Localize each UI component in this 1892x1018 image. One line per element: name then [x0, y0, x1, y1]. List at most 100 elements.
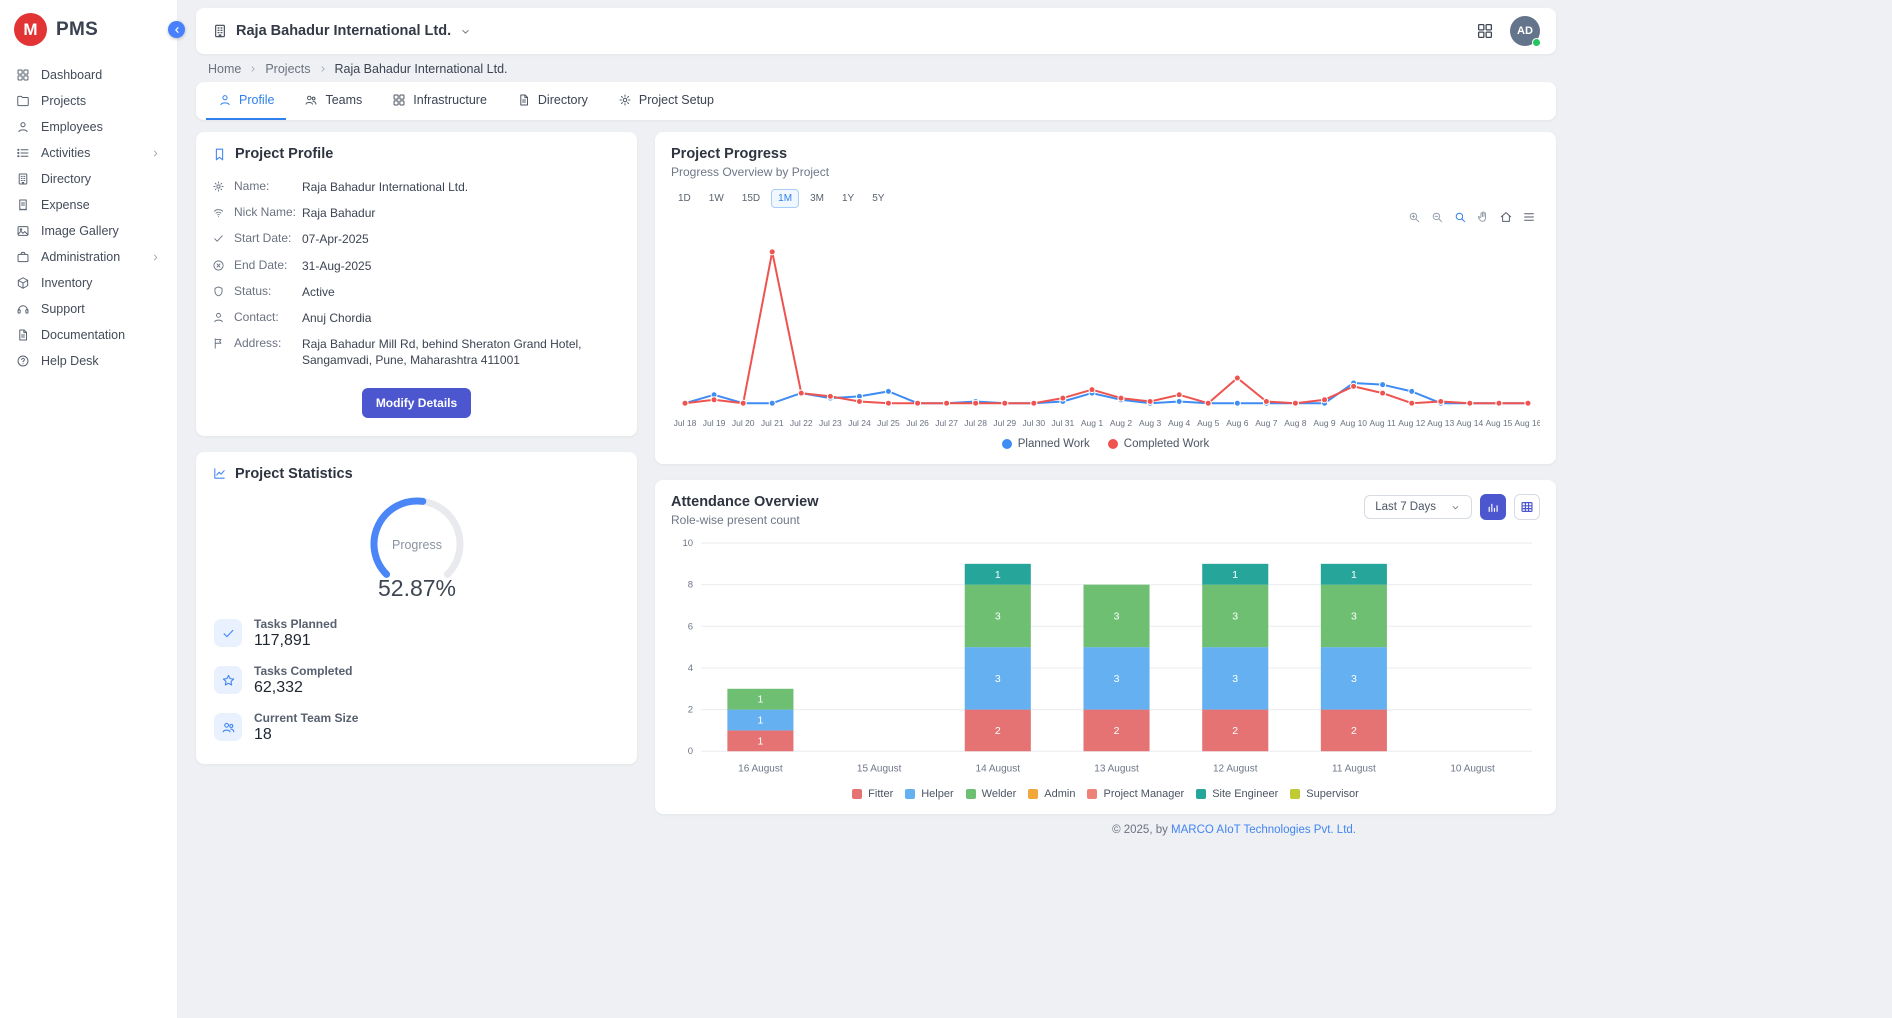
user-icon: [16, 120, 30, 134]
sidebar-item-inventory[interactable]: Inventory: [0, 270, 177, 296]
x-axis-label: Aug 8: [1284, 418, 1306, 428]
legend-item-helper[interactable]: Helper: [905, 788, 953, 800]
data-point-completed-work: [1322, 397, 1328, 403]
legend-item-welder[interactable]: Welder: [966, 788, 1017, 800]
legend-item-completed-work[interactable]: Completed Work: [1108, 438, 1209, 450]
menu-button[interactable]: [1522, 210, 1536, 226]
legend-label: Helper: [921, 788, 953, 800]
sidebar-item-support[interactable]: Support: [0, 296, 177, 322]
sidebar-item-directory[interactable]: Directory: [0, 166, 177, 192]
table-icon: [1520, 500, 1534, 514]
project-statistics-card: Project Statistics Progress 52.87% Tasks…: [196, 452, 637, 764]
sidebar-item-expense[interactable]: Expense: [0, 192, 177, 218]
tab-infrastructure[interactable]: Infrastructure: [380, 82, 499, 120]
zoom-out-button[interactable]: [1430, 210, 1444, 226]
legend-item-project-manager[interactable]: Project Manager: [1087, 788, 1184, 800]
stat-icon-box: [214, 713, 242, 741]
flag-icon: [212, 337, 225, 350]
image-icon: [16, 224, 30, 238]
table-view-button[interactable]: [1514, 494, 1540, 520]
date-range-select[interactable]: Last 7 Days: [1364, 495, 1472, 519]
sidebar-item-activities[interactable]: Activities: [0, 140, 177, 166]
user-avatar[interactable]: AD: [1510, 16, 1540, 46]
legend-item-admin[interactable]: Admin: [1028, 788, 1075, 800]
progress-card-title: Project Progress: [671, 146, 1540, 162]
progress-card-subtitle: Progress Overview by Project: [671, 165, 1540, 179]
sidebar-item-label: Administration: [41, 250, 120, 264]
headset-icon: [16, 302, 30, 316]
range-button-15d[interactable]: 15D: [735, 189, 767, 208]
range-button-3m[interactable]: 3M: [803, 189, 831, 208]
sidebar-item-documentation[interactable]: Documentation: [0, 322, 177, 348]
legend-item-site-engineer[interactable]: Site Engineer: [1196, 788, 1278, 800]
modify-details-button[interactable]: Modify Details: [362, 388, 471, 418]
bar-value-label: 2: [1232, 725, 1238, 737]
zoom-in-button[interactable]: [1407, 210, 1421, 226]
reset-zoom-button[interactable]: [1499, 210, 1513, 226]
x-axis-label: Aug 5: [1197, 418, 1219, 428]
selection-zoom-button[interactable]: [1453, 210, 1467, 226]
sidebar-item-help-desk[interactable]: Help Desk: [0, 348, 177, 374]
profile-field-end-date-: End Date:31-Aug-2025: [212, 253, 621, 279]
range-button-1d[interactable]: 1D: [671, 189, 698, 208]
sidebar-item-projects[interactable]: Projects: [0, 88, 177, 114]
x-axis-label: Aug 13: [1427, 418, 1454, 428]
range-button-1w[interactable]: 1W: [702, 189, 731, 208]
tab-label: Infrastructure: [413, 93, 487, 107]
bar-value-label: 3: [1114, 611, 1120, 623]
range-button-1m[interactable]: 1M: [771, 189, 799, 208]
receipt-icon: [16, 198, 30, 212]
legend-item-supervisor[interactable]: Supervisor: [1290, 788, 1359, 800]
x-axis-label: Jul 29: [993, 418, 1016, 428]
stat-value: 18: [254, 726, 358, 744]
grid-icon: [1476, 22, 1494, 40]
progress-gauge: Progress 52.87%: [342, 492, 492, 607]
stat-label: Tasks Planned: [254, 617, 337, 631]
bar-value-label: 2: [995, 725, 1001, 737]
range-button-5y[interactable]: 5Y: [865, 189, 891, 208]
breadcrumb-home[interactable]: Home: [208, 62, 241, 76]
sidebar-item-image-gallery[interactable]: Image Gallery: [0, 218, 177, 244]
legend-marker: [1196, 789, 1206, 799]
breadcrumb: Home Projects Raja Bahadur International…: [196, 54, 1556, 82]
sidebar-item-employees[interactable]: Employees: [0, 114, 177, 140]
data-point-completed-work: [915, 400, 921, 406]
tab-label: Teams: [325, 93, 362, 107]
field-value: Anuj Chordia: [302, 310, 371, 326]
company-selector[interactable]: Raja Bahadur International Ltd.: [212, 23, 472, 39]
statistics-title-text: Project Statistics: [235, 466, 353, 482]
sidebar-item-dashboard[interactable]: Dashboard: [0, 62, 177, 88]
attendance-card: Attendance Overview Role-wise present co…: [655, 480, 1556, 813]
grid-icon: [392, 93, 406, 107]
sidebar-item-administration[interactable]: Administration: [0, 244, 177, 270]
sidebar-item-label: Employees: [41, 120, 103, 134]
x-axis-label: Jul 20: [732, 418, 755, 428]
content-grid: Project Profile Name:Raja Bahadur Intern…: [196, 132, 1556, 814]
tab-teams[interactable]: Teams: [292, 82, 374, 120]
range-selector: 1D1W15D1M3M1Y5Y: [671, 189, 1540, 208]
breadcrumb-projects[interactable]: Projects: [265, 62, 310, 76]
searchminus-icon: [1430, 210, 1444, 224]
profile-title-text: Project Profile: [235, 146, 333, 162]
x-axis-label: Aug 4: [1168, 418, 1190, 428]
tab-profile[interactable]: Profile: [206, 82, 286, 120]
bar-view-button[interactable]: [1480, 494, 1506, 520]
logo: M PMS: [0, 0, 177, 60]
bar-value-label: 3: [1232, 673, 1238, 685]
x-axis-label: Aug 9: [1313, 418, 1335, 428]
apps-button[interactable]: [1476, 22, 1494, 40]
footer-link[interactable]: MARCO AIoT Technologies Pvt. Ltd.: [1171, 824, 1356, 836]
stats-list: Tasks Planned117,891Tasks Completed62,33…: [212, 617, 621, 744]
users-icon: [304, 93, 318, 107]
pan-button[interactable]: [1476, 210, 1490, 226]
legend-item-planned-work[interactable]: Planned Work: [1002, 438, 1090, 450]
box-icon: [16, 276, 30, 290]
range-button-1y[interactable]: 1Y: [835, 189, 861, 208]
tab-directory[interactable]: Directory: [505, 82, 600, 120]
sidebar-collapse-button[interactable]: [168, 21, 185, 38]
field-value: 07-Apr-2025: [302, 231, 369, 247]
left-column: Project Profile Name:Raja Bahadur Intern…: [196, 132, 637, 764]
x-axis-label: Aug 10: [1340, 418, 1367, 428]
tab-project-setup[interactable]: Project Setup: [606, 82, 726, 120]
legend-item-fitter[interactable]: Fitter: [852, 788, 893, 800]
